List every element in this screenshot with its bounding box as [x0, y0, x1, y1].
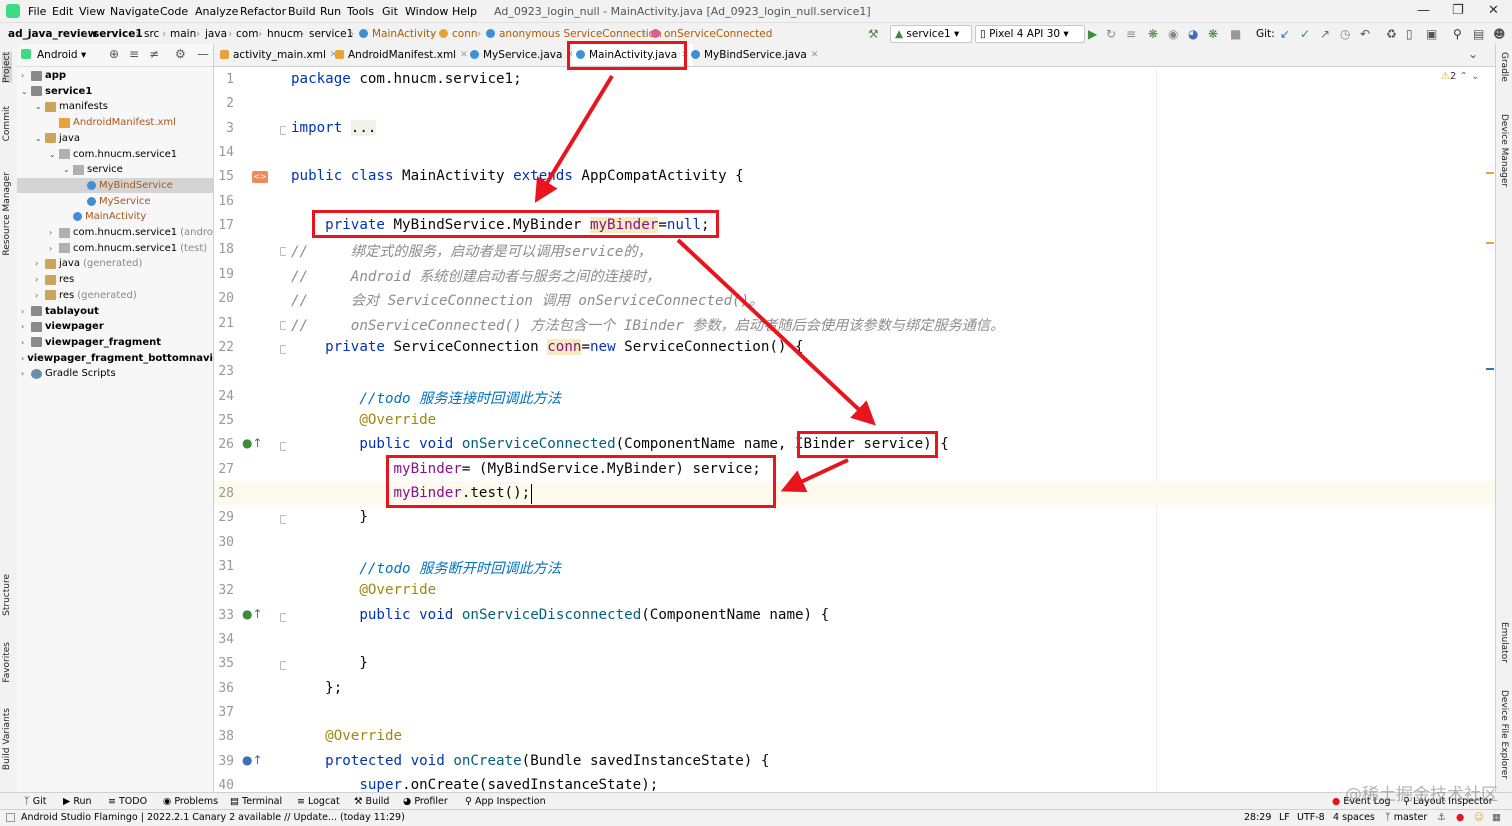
arrow-param-to-code [780, 458, 849, 493]
watermark: @稀土掘金技术社区 [1345, 785, 1498, 805]
arrow-tab-to-field [534, 74, 614, 203]
arrow-field-to-param [676, 238, 876, 426]
annotation-arrows [534, 74, 876, 493]
